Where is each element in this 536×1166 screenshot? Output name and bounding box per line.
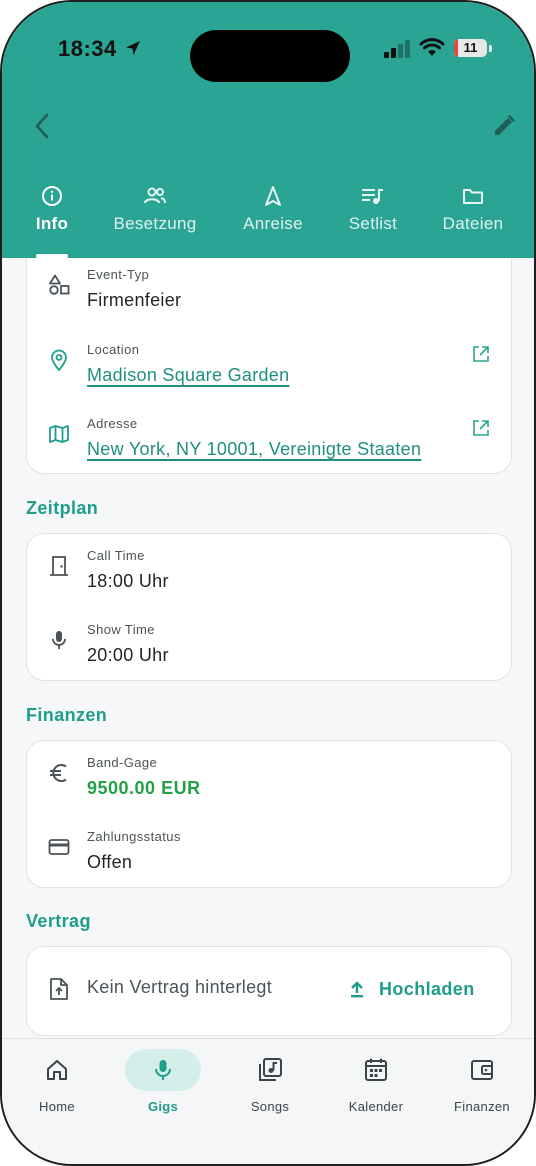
microphone-icon (47, 628, 71, 652)
tab-label: Info (35, 214, 69, 233)
tab-label: Anreise (243, 214, 303, 233)
fee-row: Band-Gage 9500.00 EUR (27, 755, 511, 815)
location-link[interactable]: Madison Square Garden (87, 365, 289, 386)
tab-label: Besetzung (113, 214, 197, 233)
status-time: 18:34 (58, 36, 117, 61)
nav-kalender[interactable]: Kalender (326, 1049, 426, 1129)
people-icon (104, 184, 206, 208)
show-time-value: 20:00 Uhr (87, 645, 169, 665)
call-time-row: Call Time 18:00 Uhr (27, 548, 511, 608)
upload-file-icon (49, 977, 69, 1006)
navigation-icon (236, 184, 310, 208)
calendar-icon (338, 1049, 414, 1091)
schedule-section-title: Zeitplan (26, 498, 99, 518)
wallet-icon (444, 1049, 520, 1091)
address-link[interactable]: New York, NY 10001, Vereinigte Staaten (87, 439, 421, 460)
open-external-location-icon[interactable] (471, 344, 491, 364)
finances-section-title: Finanzen (26, 705, 108, 725)
contract-section-title: Vertrag (26, 911, 91, 931)
nav-home[interactable]: Home (7, 1049, 107, 1129)
address-label: Adresse (87, 416, 138, 431)
event-type-value: Firmenfeier (87, 290, 182, 310)
credit-card-icon (47, 835, 71, 859)
nav-songs[interactable]: Songs (220, 1049, 320, 1129)
show-time-label: Show Time (87, 622, 155, 637)
upload-icon (351, 981, 363, 998)
cellular-signal-icon (384, 40, 410, 58)
dynamic-island (190, 30, 350, 82)
back-button[interactable] (28, 110, 56, 142)
edit-button[interactable] (490, 112, 518, 140)
tab-anreise[interactable]: Anreise (236, 184, 310, 244)
microphone-icon (125, 1049, 201, 1091)
event-details-card: Event-Typ Firmenfeier Location Madison S… (26, 258, 512, 474)
location-row: Location Madison Square Garden (27, 342, 511, 402)
tab-dateien[interactable]: Dateien (436, 184, 510, 244)
tab-besetzung[interactable]: Besetzung (104, 184, 206, 244)
nav-label: Finanzen (454, 1099, 510, 1114)
chevron-left-icon (35, 113, 49, 139)
playlist-icon (340, 184, 406, 208)
tab-setlist[interactable]: Setlist (340, 184, 406, 244)
open-external-address-icon[interactable] (471, 418, 491, 438)
event-type-row: Event-Typ Firmenfeier (27, 267, 511, 327)
nav-label: Gigs (147, 1099, 179, 1114)
folder-icon (436, 184, 510, 208)
location-label: Location (87, 342, 140, 357)
battery-level: 11 (463, 40, 478, 55)
gig-details-content[interactable]: Event-Typ Firmenfeier Location Madison S… (2, 258, 534, 1038)
upload-button-label: Hochladen (379, 978, 475, 999)
payment-status-label: Zahlungsstatus (87, 829, 181, 844)
schedule-card: Call Time 18:00 Uhr Show Time 20:00 Uhr (26, 533, 512, 681)
fee-value: 9500.00 EUR (87, 778, 201, 798)
pencil-icon (495, 115, 515, 135)
address-row: Adresse New York, NY 10001, Vereinigte S… (27, 416, 511, 476)
call-time-value: 18:00 Uhr (87, 571, 169, 591)
wifi-icon (419, 38, 445, 56)
location-arrow-icon (126, 41, 140, 55)
tab-label: Dateien (442, 214, 504, 233)
bottom-navigation: Home Gigs Songs Kalender Finanzen (2, 1038, 534, 1164)
tab-info[interactable]: Info (24, 184, 80, 244)
contract-card: Kein Vertrag hinterlegt Hochladen (26, 946, 512, 1036)
shapes-icon (47, 273, 71, 297)
nav-label: Songs (250, 1099, 290, 1114)
nav-label: Home (39, 1099, 75, 1114)
nav-finanzen[interactable]: Finanzen (432, 1049, 532, 1129)
battery-tip (489, 45, 492, 52)
show-time-row: Show Time 20:00 Uhr (27, 622, 511, 682)
app-header: 18:34 11 Info Besetzung Anreise Setlist … (2, 2, 534, 258)
music-library-icon (232, 1049, 308, 1091)
call-time-label: Call Time (87, 548, 145, 563)
home-icon (19, 1049, 95, 1091)
door-icon (47, 554, 71, 578)
fee-label: Band-Gage (87, 755, 158, 770)
nav-gigs[interactable]: Gigs (113, 1049, 213, 1129)
tab-label: Setlist (348, 214, 398, 233)
info-icon (24, 184, 80, 208)
no-contract-text: Kein Vertrag hinterlegt (87, 977, 273, 997)
map-pin-icon (47, 348, 71, 372)
event-type-label: Event-Typ (87, 267, 150, 282)
nav-label: Kalender (348, 1099, 404, 1114)
status-bar: 18:34 11 (2, 2, 534, 98)
map-icon (47, 422, 71, 446)
payment-status-row: Zahlungsstatus Offen (27, 829, 511, 889)
upload-contract-button[interactable]: Hochladen (349, 969, 475, 1009)
battery-indicator: 11 (454, 39, 487, 57)
payment-status-value: Offen (87, 852, 133, 872)
phone-frame: 18:34 11 Info Besetzung Anreise Setlist … (0, 0, 536, 1166)
finances-card: Band-Gage 9500.00 EUR Zahlungsstatus Off… (26, 740, 512, 888)
euro-icon (47, 761, 71, 785)
